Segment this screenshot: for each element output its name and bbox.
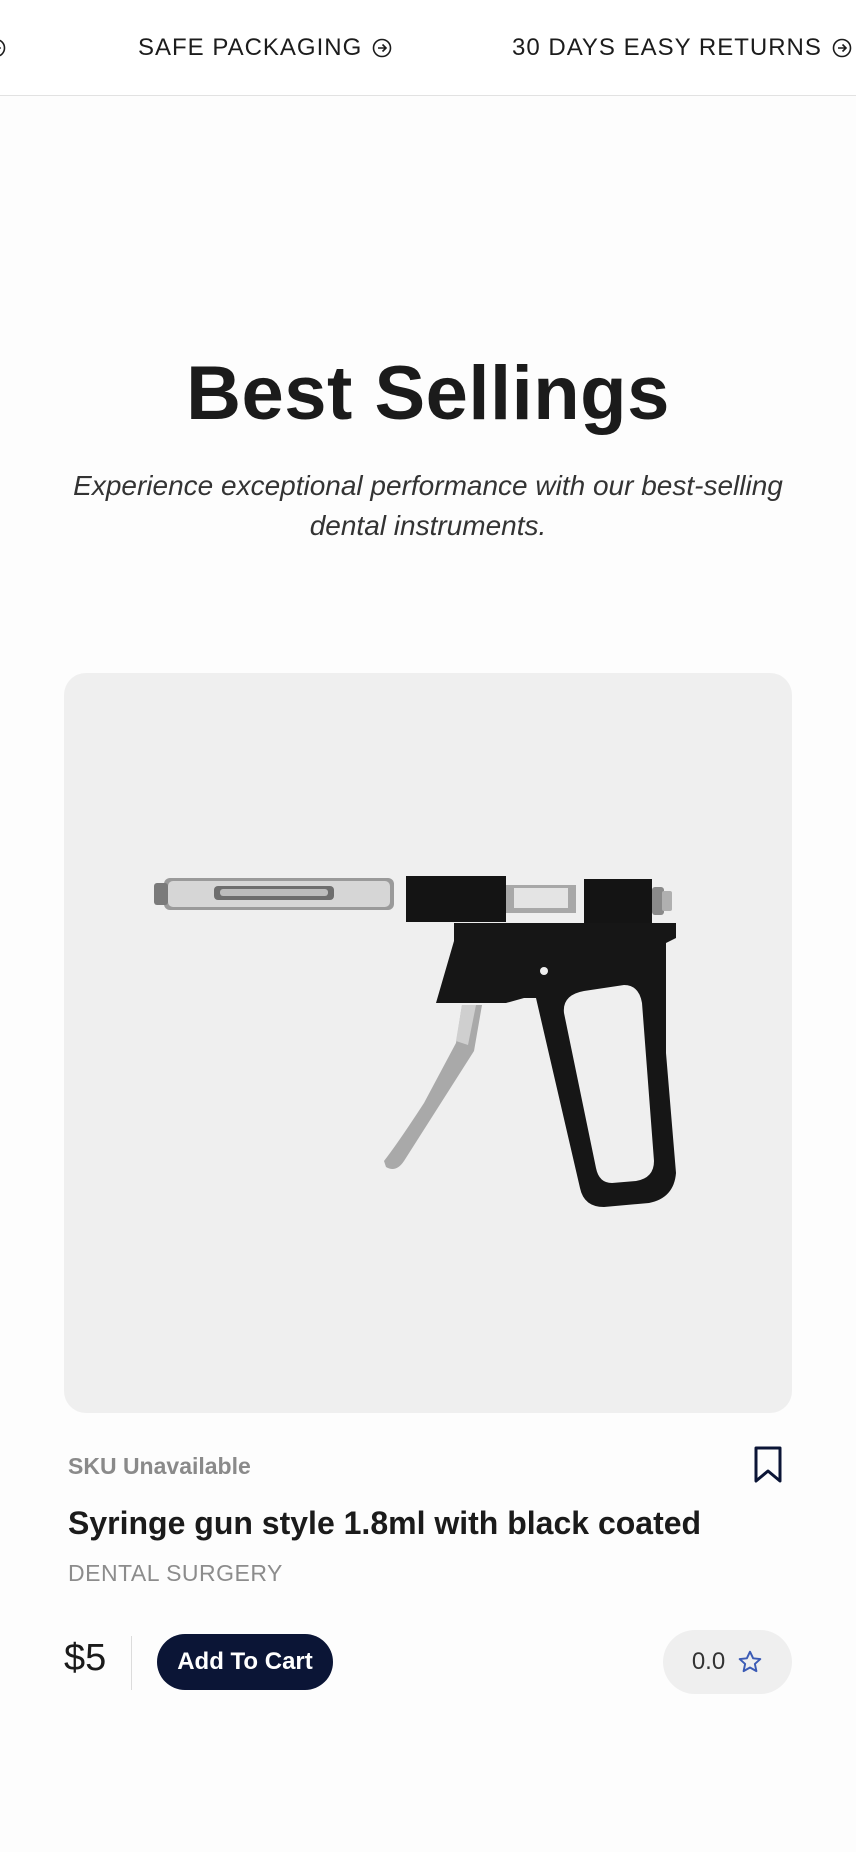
add-to-cart-button[interactable]: Add To Cart (157, 1634, 333, 1690)
marquee-item-label: 30 DAYS EASY RETURNS (512, 34, 822, 61)
product-price: $5 (64, 1637, 107, 1679)
product-sku: SKU Unavailable (68, 1453, 251, 1479)
price-divider (131, 1636, 132, 1690)
section-subtitle: Experience exceptional performance with … (73, 470, 783, 541)
rating-value: 0.0 (691, 1648, 726, 1675)
circle-arrow-right-icon (372, 38, 392, 58)
syringe-gun-illustration (154, 876, 676, 1207)
circle-arrow-right-icon (0, 39, 6, 57)
product-name[interactable]: Syringe gun style 1.8ml with black coate… (68, 1505, 768, 1542)
rating-badge[interactable]: 0.0 (663, 1630, 792, 1694)
star-icon (738, 1650, 762, 1673)
circle-arrow-right-icon (832, 38, 852, 58)
product-category[interactable]: DENTAL SURGERY (68, 1560, 283, 1587)
bookmark-icon[interactable] (752, 1446, 784, 1484)
section-title: Best Sellings (186, 351, 670, 436)
product-image[interactable] (64, 673, 792, 1413)
marquee-item-safe-packaging: SAFE PACKAGING (138, 30, 392, 66)
marquee-item-easy-returns: 30 DAYS EASY RETURNS (512, 30, 852, 66)
marquee-item-partial (0, 30, 6, 66)
marquee-item-label: SAFE PACKAGING (138, 34, 363, 61)
announcement-bar: SAFE PACKAGING 30 DAYS EASY RETURNS (0, 0, 856, 96)
